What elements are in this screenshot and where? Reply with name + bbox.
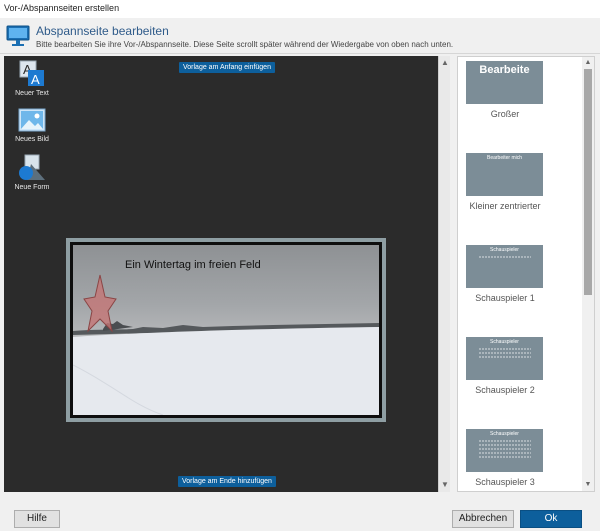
header: Abspannseite bearbeiten Bitte bearbeiten… [0,18,600,54]
template-thumb-large[interactable]: Bearbeite [466,61,543,104]
new-text-label: Neuer Text [15,90,49,97]
new-text-tool[interactable]: A A Neuer Text [12,60,52,97]
template-label-actor-1: Schauspieler 1 [475,293,535,303]
placeholder-lines [478,348,531,358]
template-gallery[interactable]: Bearbeite Großer Bearbeiter mich Kleiner… [457,56,595,492]
template-thumb-actor-2[interactable]: Schauspieler [466,337,543,380]
scroll-up-icon[interactable]: ▲ [584,59,592,67]
template-label-actor-2: Schauspieler 2 [475,385,535,395]
editor-canvas[interactable]: A A Neuer Text Neues Bild Neue Form Vorl… [4,56,438,492]
page-subtitle: Bitte bearbeiten Sie ihre Vor-/Abspannse… [36,40,454,49]
insert-template-bottom-button[interactable]: Vorlage am Ende hinzufügen [178,476,276,487]
insert-template-top-button[interactable]: Vorlage am Anfang einfügen [179,62,275,73]
gallery-scroll-thumb[interactable] [584,69,592,295]
shape-icon [19,154,45,180]
text-icon: A A [19,60,44,87]
template-thumb-actor-3[interactable]: Schauspieler [466,429,543,472]
page-title: Abspannseite bearbeiten [36,24,169,38]
image-icon [18,108,46,132]
new-image-label: Neues Bild [15,136,49,143]
monitor-icon [6,25,30,47]
gallery-scrollbar[interactable]: ▲ ▼ [582,57,594,491]
credits-page: Ein Wintertag im freien Feld [70,242,382,418]
winter-photo[interactable]: Ein Wintertag im freien Feld [73,245,379,415]
template-label-large: Großer [490,109,520,119]
new-image-tool[interactable]: Neues Bild [12,108,52,143]
template-label-small-centered: Kleiner zentrierter [469,201,541,211]
help-button[interactable]: Hilfe [14,510,60,528]
window-title: Vor-/Abspannseiten erstellen [4,3,120,13]
editor-scrollbar[interactable]: ▲ ▼ [438,56,450,492]
placeholder-lines [478,440,531,458]
template-thumb-actor-1[interactable]: Schauspieler [466,245,543,288]
new-shape-label: Neue Form [14,184,50,191]
scroll-up-icon[interactable]: ▲ [440,58,450,68]
ok-button[interactable]: Ok [520,510,582,528]
scroll-down-icon[interactable]: ▼ [440,480,450,490]
star-icon[interactable] [83,273,117,333]
template-label-actor-3: Schauspieler 3 [475,477,535,487]
new-shape-tool[interactable]: Neue Form [12,154,52,191]
template-thumb-small-centered[interactable]: Bearbeiter mich [466,153,543,196]
scroll-down-icon[interactable]: ▼ [584,481,592,489]
caption-text[interactable]: Ein Wintertag im freien Feld [125,259,261,271]
credits-page-frame[interactable]: Ein Wintertag im freien Feld [66,238,386,422]
title-bar: Vor-/Abspannseiten erstellen [0,0,600,18]
placeholder-lines [478,256,531,258]
svg-text:A: A [31,72,40,87]
cancel-button[interactable]: Abbrechen [452,510,514,528]
